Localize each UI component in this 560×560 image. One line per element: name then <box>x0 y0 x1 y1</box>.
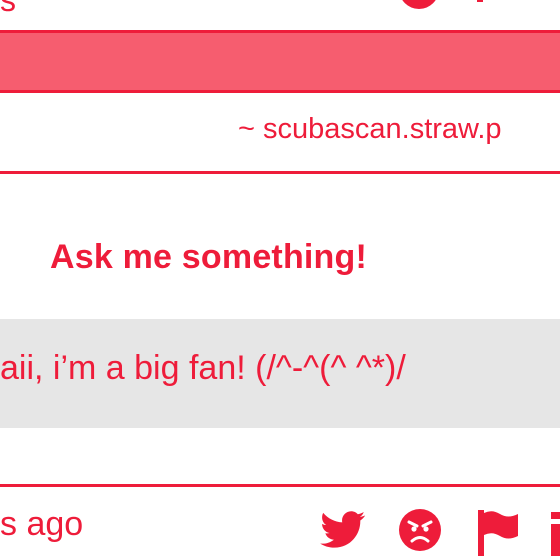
flag-icon[interactable] <box>475 0 515 2</box>
flag-icon[interactable] <box>476 510 520 556</box>
answer-time-ago: s ago <box>0 505 84 543</box>
profile-handle-row: ~ scubascan.straw.p <box>0 93 560 171</box>
header-banner <box>0 30 560 93</box>
profile-handle-link[interactable]: ~ scubascan.straw.p <box>238 113 502 146</box>
top-action-row: s <box>0 0 560 18</box>
twitter-icon[interactable] <box>322 0 356 8</box>
divider-top <box>0 171 560 174</box>
ask-heading: Ask me something! <box>50 238 368 276</box>
question-box: aii, i’m a big fan! (/^-^(^ ^*)/ <box>0 319 560 428</box>
angry-face-icon[interactable] <box>398 0 440 10</box>
twitter-icon[interactable] <box>320 511 366 549</box>
info-icon[interactable] <box>548 0 560 2</box>
angry-face-icon[interactable] <box>398 508 442 552</box>
question-text: aii, i’m a big fan! (/^-^(^ ^*)/ <box>0 349 406 387</box>
page: s ~ scubascan.straw.p Ask me something! … <box>0 0 560 560</box>
divider-bottom <box>0 484 560 487</box>
previous-post-time: s <box>0 0 16 18</box>
info-icon[interactable] <box>548 512 560 556</box>
